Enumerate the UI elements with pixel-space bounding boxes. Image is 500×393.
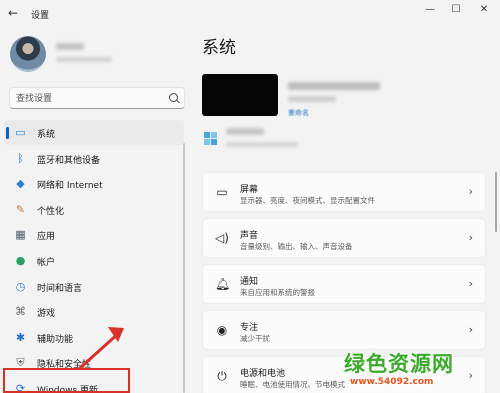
card-subtitle: 减少干扰 bbox=[240, 334, 270, 343]
settings-card[interactable]: 🔔︎ 通知 来自应用和系统的警报 › bbox=[202, 264, 486, 304]
brush-icon: ✎ bbox=[15, 202, 26, 216]
account-icon: ● bbox=[15, 253, 26, 267]
sidebar-item[interactable]: ▦ 应用 bbox=[4, 222, 184, 247]
sidebar-item-label: 辅助功能 bbox=[37, 334, 74, 345]
chevron-right-icon: › bbox=[468, 323, 473, 336]
accessibility-icon: ✱ bbox=[15, 330, 26, 344]
wifi-icon: ◆ bbox=[16, 177, 25, 191]
card-title: 通知 bbox=[240, 277, 259, 287]
annotation-arrow-icon bbox=[78, 327, 124, 370]
power-icon: ⏻ bbox=[217, 369, 227, 383]
sidebar-item[interactable]: ✎ 个性化 bbox=[4, 197, 184, 222]
minimize-button[interactable]: — bbox=[420, 3, 440, 17]
settings-card[interactable]: ◉ 专注 减少干扰 › bbox=[202, 310, 486, 350]
maximize-button[interactable]: ☐ bbox=[446, 3, 466, 17]
sidebar-item[interactable]: ▭ 系统 bbox=[4, 120, 184, 145]
bluetooth-icon: ᛒ bbox=[17, 151, 24, 165]
avatar[interactable] bbox=[10, 36, 46, 72]
card-subtitle: 来自应用和系统的警报 bbox=[240, 288, 315, 297]
speaker-icon: ◁) bbox=[215, 231, 229, 245]
watermark-url: www.54092.com bbox=[350, 377, 434, 387]
chevron-right-icon: › bbox=[468, 231, 473, 244]
apps-icon: ▦ bbox=[15, 228, 26, 242]
microsoft-365-icon bbox=[204, 132, 218, 146]
card-title: 屏幕 bbox=[240, 185, 259, 195]
chevron-right-icon: › bbox=[468, 185, 473, 198]
monitor-icon: ▭ bbox=[15, 126, 26, 139]
focus-icon: ◉ bbox=[216, 323, 228, 337]
bell-icon: 🔔︎ bbox=[215, 277, 231, 291]
sidebar-item-label: 网络和 Internet bbox=[37, 181, 103, 192]
sidebar-item-label: 时间和语言 bbox=[37, 283, 83, 294]
close-button[interactable]: ✕ bbox=[474, 3, 494, 17]
clock-globe-icon: ◷ bbox=[15, 279, 26, 293]
card-title: 电源和电池 bbox=[240, 369, 286, 379]
rename-link[interactable]: 重命名 bbox=[288, 108, 309, 118]
search-input[interactable] bbox=[16, 91, 166, 106]
sidebar-item-label: 游戏 bbox=[37, 309, 56, 320]
back-arrow-icon[interactable]: ← bbox=[8, 6, 22, 20]
gamepad-icon: ⌘ bbox=[15, 305, 26, 319]
subscription-name-redacted bbox=[226, 128, 264, 135]
watermark-title: 绿色资源网 bbox=[344, 352, 454, 376]
sidebar-item[interactable]: ◆ 网络和 Internet bbox=[4, 171, 184, 196]
device-model-redacted bbox=[288, 96, 336, 102]
card-subtitle: 睡眠、电池使用情况、节电模式 bbox=[240, 380, 345, 389]
card-subtitle: 音量级别、输出、输入、声音设备 bbox=[240, 242, 353, 251]
card-title: 声音 bbox=[240, 231, 259, 241]
display-icon: ▭ bbox=[216, 185, 228, 199]
page-title: 系统 bbox=[202, 38, 236, 58]
sidebar-item[interactable]: ᛒ 蓝牙和其他设备 bbox=[4, 146, 184, 171]
settings-card[interactable]: ◁) 声音 音量级别、输出、输入、声音设备 › bbox=[202, 218, 486, 258]
account-email-redacted bbox=[56, 57, 112, 62]
sidebar-item[interactable]: ● 帐户 bbox=[4, 248, 184, 273]
sidebar-scrollbar[interactable] bbox=[183, 143, 185, 393]
title-bar: ← 设置 — ☐ ✕ bbox=[0, 0, 500, 28]
sidebar-item-label: 蓝牙和其他设备 bbox=[37, 155, 101, 166]
sidebar-item-label: 应用 bbox=[37, 232, 56, 243]
chevron-right-icon: › bbox=[468, 277, 473, 290]
device-monitor-image bbox=[202, 74, 278, 116]
card-title: 专注 bbox=[240, 323, 259, 333]
sidebar-item-label: 系统 bbox=[37, 130, 56, 140]
sidebar-item[interactable]: ◷ 时间和语言 bbox=[4, 274, 184, 299]
sidebar-item-label: 个性化 bbox=[37, 206, 65, 217]
search-box[interactable] bbox=[9, 87, 185, 109]
settings-card[interactable]: ▭ 屏幕 显示器、亮度、夜间模式、显示配置文件 › bbox=[202, 172, 486, 212]
app-title: 设置 bbox=[31, 11, 50, 21]
device-name-redacted bbox=[288, 82, 380, 90]
card-subtitle: 显示器、亮度、夜间模式、显示配置文件 bbox=[240, 196, 375, 205]
sidebar-item-label: 帐户 bbox=[37, 257, 56, 268]
main-scrollbar[interactable] bbox=[495, 172, 497, 232]
search-icon[interactable] bbox=[169, 93, 178, 102]
account-name-redacted bbox=[56, 43, 84, 50]
site-watermark: 绿色资源网 www.54092.com bbox=[338, 348, 500, 393]
subscription-detail-redacted bbox=[226, 142, 298, 147]
